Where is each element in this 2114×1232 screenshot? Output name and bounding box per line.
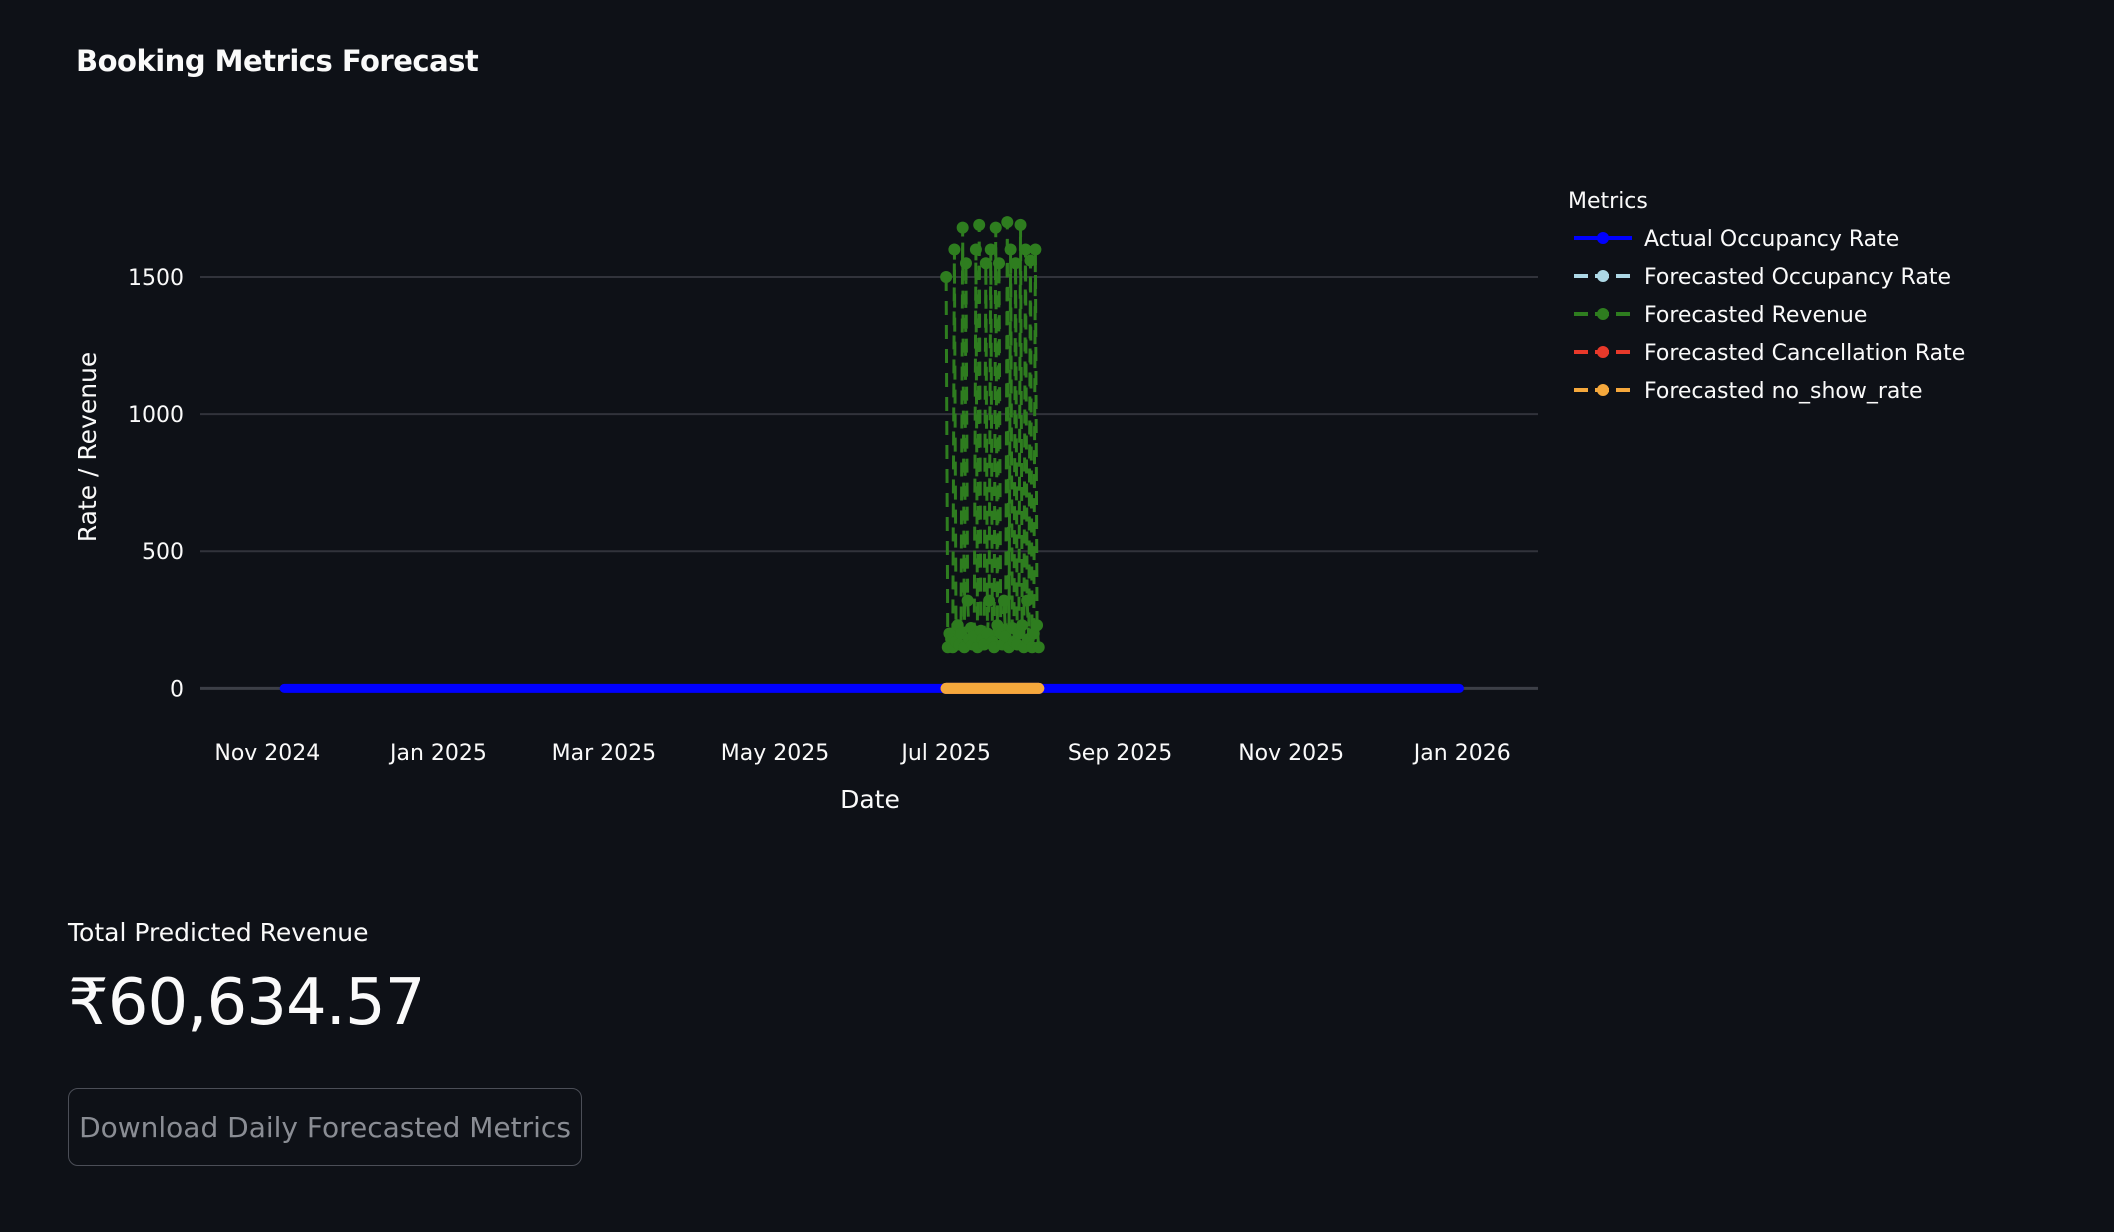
legend-label: Forecasted Cancellation Rate xyxy=(1644,341,1965,366)
x-tick-label: Mar 2025 xyxy=(552,741,657,766)
total-revenue-label: Total Predicted Revenue xyxy=(68,918,369,947)
forecasted-revenue-point xyxy=(1016,619,1029,632)
forecasted-revenue-point xyxy=(983,594,996,607)
x-tick-label: Jan 2025 xyxy=(388,741,487,766)
legend-item-forecasted-revenue: Forecasted Revenue xyxy=(1574,303,1867,328)
forecasted-revenue-point xyxy=(1001,216,1014,229)
legend-swatch-marker xyxy=(1597,384,1609,396)
legend-item-actual-occupancy-rate: Actual Occupancy Rate xyxy=(1574,227,1899,252)
legend-swatch-marker xyxy=(1597,346,1609,358)
x-tick-label: May 2025 xyxy=(721,741,829,766)
x-axis-label: Date xyxy=(840,785,900,814)
legend-swatch-marker xyxy=(1597,270,1609,282)
forecasted-revenue-point xyxy=(989,221,1002,234)
total-revenue-value: ₹60,634.57 xyxy=(68,966,425,1040)
x-tick-label: Nov 2024 xyxy=(214,741,320,766)
legend-label: Forecasted Occupancy Rate xyxy=(1644,265,1951,290)
forecasted-revenue-point xyxy=(1004,243,1017,256)
legend-item-forecasted-cancellation-rate: Forecasted Cancellation Rate xyxy=(1574,341,1965,366)
x-tick-label: Jan 2026 xyxy=(1412,741,1511,766)
forecasted-revenue-point xyxy=(1014,218,1027,231)
legend-title: Metrics xyxy=(1568,189,1648,214)
chart-legend: Metrics Actual Occupancy Rate Forecasted … xyxy=(1568,189,1965,404)
forecasted-revenue-point xyxy=(973,218,986,231)
legend-label: Forecasted no_show_rate xyxy=(1644,379,1923,404)
y-tick-label: 0 xyxy=(170,677,184,702)
legend-label: Forecasted Revenue xyxy=(1644,303,1867,328)
y-axis-ticks: 0 500 1000 1500 xyxy=(128,266,184,702)
chart-grid xyxy=(200,275,1538,690)
forecasted-revenue-point xyxy=(1031,619,1044,632)
x-tick-label: Nov 2025 xyxy=(1238,741,1344,766)
forecasted-revenue-point xyxy=(948,243,961,256)
forecasted-revenue-point xyxy=(1032,641,1045,654)
forecast-chart: 0 500 1000 1500 Nov 2024 Jan 2025 Mar 2025 May… xyxy=(73,189,1965,814)
y-tick-label: 500 xyxy=(142,540,184,565)
chart-series xyxy=(279,216,1464,694)
forecasted-revenue-point xyxy=(984,243,997,256)
forecasted-revenue-point xyxy=(993,257,1006,270)
y-tick-label: 1500 xyxy=(128,266,184,291)
y-tick-label: 1000 xyxy=(128,403,184,428)
forecasted-revenue-point xyxy=(979,257,992,270)
x-tick-label: Sep 2025 xyxy=(1068,741,1172,766)
legend-swatch-marker xyxy=(1597,308,1609,320)
forecasted-revenue-point xyxy=(961,594,974,607)
forecasted-revenue-point xyxy=(997,594,1010,607)
legend-swatch-marker xyxy=(1597,232,1609,244)
forecasted-revenue-point xyxy=(1024,254,1037,267)
x-axis-ticks: Nov 2024 Jan 2025 Mar 2025 May 2025 Jul 2025… xyxy=(214,741,1510,766)
forecasted-revenue-line xyxy=(944,222,1041,648)
forecasted-revenue-point xyxy=(1029,243,1042,256)
download-forecast-button[interactable]: Download Daily Forecasted Metrics xyxy=(68,1088,582,1166)
forecasted-revenue-point xyxy=(959,257,972,270)
forecasted-revenue-point xyxy=(1021,594,1034,607)
forecasted-revenue-point xyxy=(969,243,982,256)
y-axis-label: Rate / Revenue xyxy=(73,352,102,543)
forecasted-revenue-point xyxy=(956,221,969,234)
legend-item-forecasted-no-show-rate: Forecasted no_show_rate xyxy=(1574,379,1923,404)
forecasted-revenue-point xyxy=(940,270,953,283)
legend-item-forecasted-occupancy-rate: Forecasted Occupancy Rate xyxy=(1574,265,1951,290)
forecasted-revenue-point xyxy=(1009,257,1022,270)
legend-label: Actual Occupancy Rate xyxy=(1644,227,1899,252)
x-tick-label: Jul 2025 xyxy=(899,741,991,766)
